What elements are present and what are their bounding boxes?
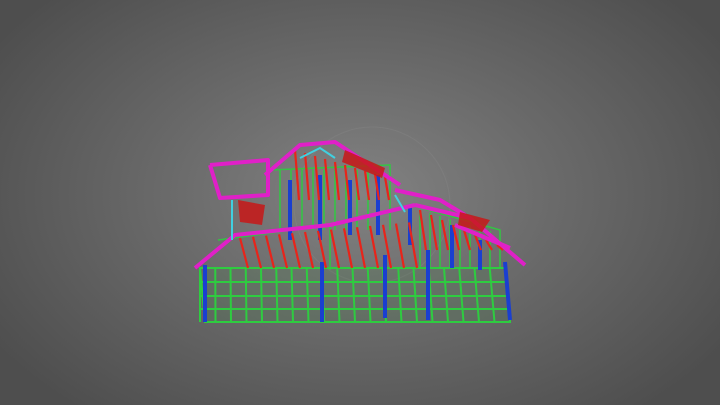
front-wall-frame xyxy=(198,267,512,323)
rafter xyxy=(329,229,341,269)
rafter xyxy=(277,234,289,269)
roof-patches xyxy=(238,150,490,232)
rafter xyxy=(290,232,302,269)
rafter xyxy=(418,209,428,251)
rafter xyxy=(251,236,263,269)
house-frame-model xyxy=(193,126,527,323)
rafter xyxy=(238,237,250,269)
rafter xyxy=(429,214,439,251)
rafter xyxy=(383,176,391,201)
rafter xyxy=(407,222,419,269)
rafter xyxy=(264,235,276,269)
rafter xyxy=(394,223,406,269)
rafter xyxy=(293,149,301,201)
rafter xyxy=(303,231,315,269)
rafter xyxy=(323,158,331,201)
rafter xyxy=(355,226,367,269)
3d-viewer-canvas[interactable] xyxy=(0,0,720,405)
